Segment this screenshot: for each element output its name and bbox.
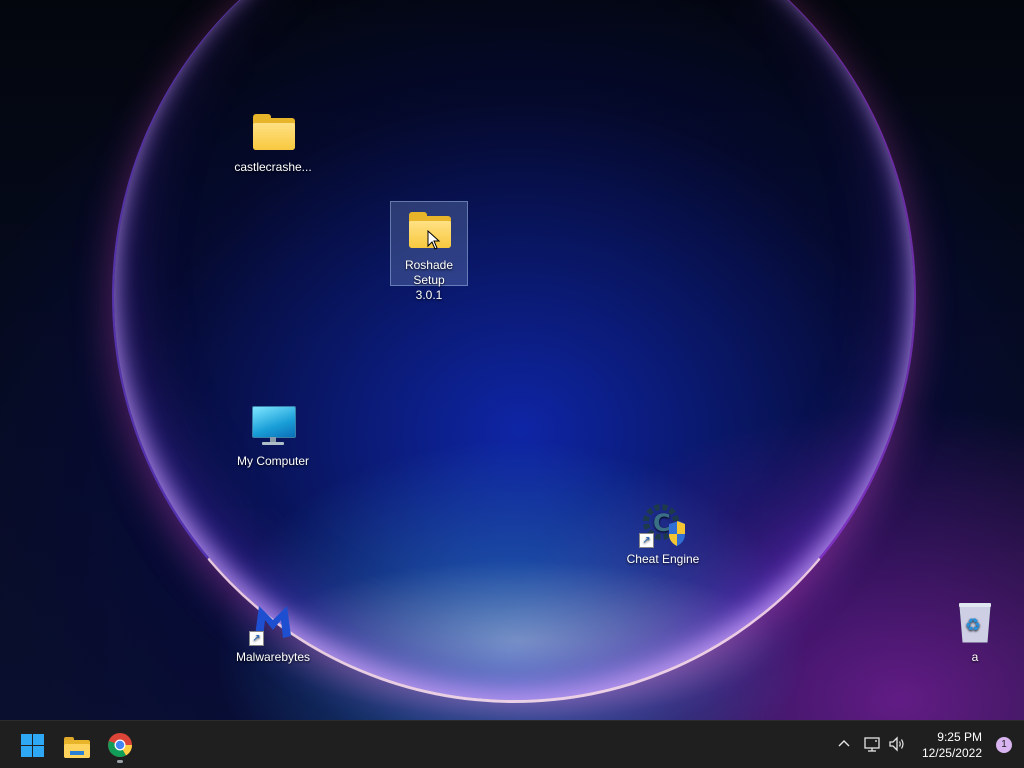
chrome-button[interactable] bbox=[102, 727, 138, 763]
network-icon bbox=[864, 737, 880, 752]
desktop-icon-label: Cheat Engine bbox=[626, 552, 700, 566]
svg-text:♻: ♻ bbox=[965, 615, 981, 636]
start-button[interactable] bbox=[14, 727, 50, 763]
desktop-icon-malwarebytes[interactable]: ↗ Malwarebytes bbox=[233, 594, 313, 665]
notification-badge[interactable]: 1 bbox=[996, 737, 1012, 753]
shortcut-arrow-icon: ↗ bbox=[639, 533, 654, 548]
desktop-icon-label: Malwarebytes bbox=[235, 650, 311, 664]
network-button[interactable] bbox=[862, 734, 882, 754]
taskbar: 9:25 PM 12/25/2022 1 bbox=[0, 720, 1024, 768]
malwarebytes-icon: ↗ bbox=[249, 598, 297, 646]
chevron-up-icon bbox=[838, 740, 850, 747]
desktop-icon-label: Roshade Setup 3.0.1 bbox=[404, 258, 454, 302]
volume-button[interactable] bbox=[887, 734, 907, 754]
desktop-icon-label: castlecrashe... bbox=[234, 160, 312, 174]
desktop-icon-my-computer[interactable]: My Computer bbox=[233, 398, 313, 469]
svg-text:C: C bbox=[653, 509, 671, 537]
clock-date: 12/25/2022 bbox=[921, 746, 982, 760]
desktop-icon-label: My Computer bbox=[236, 454, 310, 468]
file-explorer-button[interactable] bbox=[58, 727, 94, 763]
clock-button[interactable]: 9:25 PM 12/25/2022 bbox=[922, 729, 982, 761]
running-indicator bbox=[117, 760, 123, 763]
wallpaper-glow bbox=[260, 560, 780, 720]
show-hidden-icons-button[interactable] bbox=[834, 734, 854, 754]
folder-icon bbox=[249, 108, 297, 156]
desktop-icon-label: a bbox=[971, 650, 979, 664]
mouse-cursor-icon bbox=[427, 229, 441, 255]
recycle-bin-icon: ♻ bbox=[951, 598, 999, 646]
desktop-icon-cheat-engine[interactable]: C ↗ Cheat Engine bbox=[623, 496, 703, 567]
cheat-engine-icon: C ↗ bbox=[639, 500, 687, 548]
desktop-icon-castlecrashers[interactable]: castlecrashe... bbox=[233, 104, 313, 175]
monitor-icon bbox=[249, 402, 297, 450]
desktop-icon-recycle-bin[interactable]: ♻ a bbox=[935, 594, 1015, 665]
clock-time: 9:25 PM bbox=[937, 730, 982, 744]
volume-icon bbox=[889, 736, 904, 752]
desktop-wallpaper bbox=[0, 0, 1024, 720]
shortcut-arrow-icon: ↗ bbox=[249, 631, 264, 646]
